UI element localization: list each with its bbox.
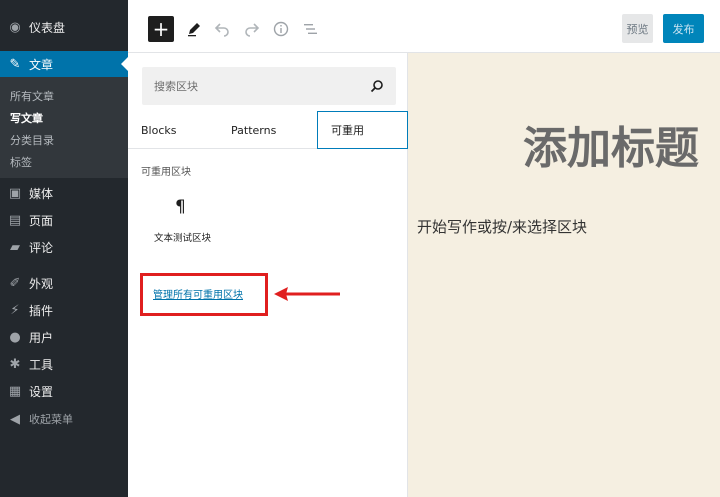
editor-canvas: 添加标题 开始写作或按/来选择区块 <box>408 53 720 497</box>
settings-icon: ▦ <box>8 383 22 399</box>
inserter-tabs: Blocks Patterns 可重用 <box>128 111 408 149</box>
menu-users-label: 用户 <box>29 330 54 345</box>
collapse-menu-label: 收起菜单 <box>29 413 73 426</box>
tab-patterns[interactable]: Patterns <box>231 111 276 149</box>
posts-submenu: 所有文章 写文章 分类目录 标签 <box>0 77 128 178</box>
publish-button[interactable]: 发布 <box>663 14 704 43</box>
menu-comments[interactable]: ▰ 评论 <box>0 234 128 260</box>
block-inserter-panel: Blocks Patterns 可重用 可重用区块 ¶ 文本测试区块 管理所有可… <box>128 53 408 497</box>
submenu-all-posts[interactable]: 所有文章 <box>10 88 54 104</box>
manage-reusable-blocks-link[interactable]: 管理所有可重用区块 <box>153 286 243 301</box>
submenu-new-post[interactable]: 写文章 <box>10 110 43 126</box>
page-icon: ▤ <box>8 212 22 228</box>
comment-icon: ▰ <box>10 239 20 255</box>
list-view-icon <box>304 24 317 34</box>
menu-users[interactable]: ● 用户 <box>0 324 128 350</box>
post-title-input[interactable]: 添加标题 <box>523 112 699 176</box>
menu-posts[interactable]: ✎ 文章 <box>0 51 128 77</box>
collapse-icon: ◀ <box>10 411 20 427</box>
redo-icon <box>245 23 260 37</box>
pencil-icon <box>188 23 200 37</box>
menu-appearance[interactable]: ✐ 外观 <box>0 270 128 296</box>
dashboard-icon: ◉ <box>9 19 21 35</box>
reusable-block-item[interactable]: ¶ 文本测试区块 <box>148 195 218 251</box>
menu-plugins-label: 插件 <box>29 303 54 318</box>
menu-pages[interactable]: ▤ 页面 <box>0 207 128 233</box>
paragraph-icon: ¶ <box>175 197 186 217</box>
undo-icon <box>214 23 229 37</box>
tab-blocks[interactable]: Blocks <box>141 111 176 149</box>
tab-reusable[interactable]: 可重用 <box>317 111 408 149</box>
user-icon: ● <box>9 329 21 345</box>
menu-media[interactable]: ▣ 媒体 <box>0 180 128 206</box>
block-search-input[interactable] <box>142 67 367 105</box>
menu-tools-label: 工具 <box>29 357 54 372</box>
submenu-categories[interactable]: 分类目录 <box>10 132 54 148</box>
admin-sidebar: ◉ 仪表盘 ✎ 文章 所有文章 写文章 分类目录 标签 ▣ 媒体 ▤ 页面 ▰ … <box>0 0 128 497</box>
brush-icon: ✐ <box>9 275 21 291</box>
media-icon: ▣ <box>8 185 22 201</box>
red-arrow-icon <box>274 287 340 301</box>
submenu-tags[interactable]: 标签 <box>10 154 32 170</box>
pin-icon: ✎ <box>9 56 21 72</box>
menu-settings-label: 设置 <box>29 384 54 399</box>
menu-pages-label: 页面 <box>29 213 54 228</box>
block-appender[interactable]: 开始写作或按/来选择区块 <box>417 216 587 237</box>
add-block-button[interactable]: + <box>148 16 174 42</box>
menu-appearance-label: 外观 <box>29 276 54 291</box>
wrench-icon: ✱ <box>9 356 21 372</box>
menu-posts-label: 文章 <box>29 57 54 72</box>
info-icon <box>273 21 289 37</box>
menu-dashboard[interactable]: ◉ 仪表盘 <box>0 14 128 40</box>
menu-tools[interactable]: ✱ 工具 <box>0 351 128 377</box>
outline-button[interactable] <box>300 19 320 39</box>
preview-button[interactable]: 预览 <box>622 14 653 43</box>
edit-tool-button[interactable] <box>184 19 204 39</box>
menu-plugins[interactable]: ⚡ 插件 <box>0 297 128 323</box>
reusable-section-title: 可重用区块 <box>141 167 191 178</box>
collapse-menu[interactable]: ◀ 收起菜单 <box>0 406 128 432</box>
editor-toolbar: + 预览 发布 <box>128 0 720 53</box>
menu-comments-label: 评论 <box>29 240 54 255</box>
menu-media-label: 媒体 <box>29 186 54 201</box>
undo-button[interactable] <box>212 19 232 39</box>
reusable-block-label: 文本测试区块 <box>154 233 212 244</box>
block-search <box>142 67 396 105</box>
plugin-icon: ⚡ <box>10 302 20 318</box>
menu-settings[interactable]: ▦ 设置 <box>0 378 128 404</box>
info-button[interactable] <box>271 19 291 39</box>
menu-dashboard-label: 仪表盘 <box>29 20 66 35</box>
redo-button[interactable] <box>242 19 262 39</box>
search-icon[interactable] <box>369 78 385 94</box>
